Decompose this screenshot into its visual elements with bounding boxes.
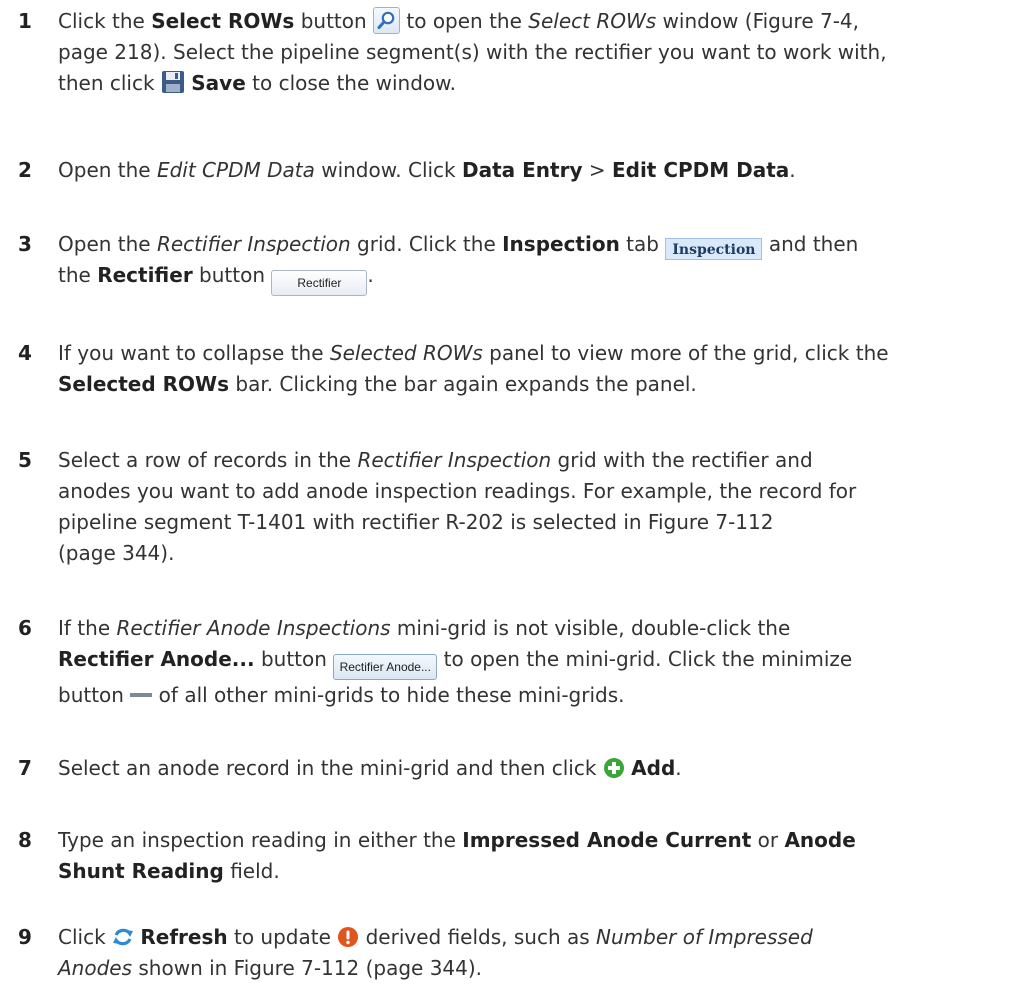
bold-term: Data Entry	[462, 158, 583, 182]
text: window (Figure 7-4,	[656, 9, 860, 33]
text: If you want to collapse the	[58, 341, 330, 365]
step-text: Click the Select ROWs button to open the…	[58, 6, 1026, 99]
bold-term: Add	[631, 756, 676, 780]
step-number: 2	[18, 158, 32, 182]
bold-term: Anode	[784, 828, 856, 852]
refresh-icon	[113, 928, 134, 946]
inspection-tab-image: Inspection	[665, 238, 763, 260]
text: anodes you want to add anode inspection …	[58, 479, 857, 503]
text: mini-grid is not visible, double-click t…	[390, 616, 791, 640]
warning-icon	[338, 927, 359, 947]
add-icon	[603, 758, 624, 778]
step-number: 6	[18, 616, 32, 640]
text: and then	[762, 232, 859, 256]
bold-term: Refresh	[140, 925, 228, 949]
save-icon	[161, 71, 184, 93]
text: button	[254, 647, 334, 671]
step-text: If you want to collapse the Selected ROW…	[58, 338, 1026, 400]
text: of all other mini-grids to hide these mi…	[152, 683, 625, 707]
text: or	[751, 828, 785, 852]
italic-term: Select ROWs	[528, 9, 657, 33]
text: Select a row of records in the	[58, 448, 358, 472]
text: the	[58, 263, 98, 287]
italic-term: Rectifier Inspection	[357, 448, 552, 472]
rectifier-button-image: Rectifier	[271, 270, 368, 296]
step-number: 9	[18, 925, 32, 949]
step-number: 8	[18, 828, 32, 852]
step-text: Type an inspection reading in either the…	[58, 825, 1026, 887]
step-text: Open the Rectifier Inspection grid. Clic…	[58, 229, 1026, 296]
step-number: 7	[18, 756, 32, 780]
text: Open the	[58, 232, 157, 256]
italic-term: Rectifier Inspection	[156, 232, 351, 256]
italic-term: Number of Impressed	[596, 925, 813, 949]
text: derived fields, such as	[359, 925, 597, 949]
step-text: Select an anode record in the mini-grid …	[58, 753, 1026, 784]
text: window. Click	[314, 158, 462, 182]
text: to update	[227, 925, 338, 949]
text: grid with the rectifier and	[551, 448, 813, 472]
step-number: 3	[18, 232, 32, 256]
text: Type an inspection reading in either the	[58, 828, 463, 852]
step-number: 1	[18, 9, 32, 33]
step-text: Open the Edit CPDM Data window. Click Da…	[58, 155, 1026, 186]
italic-term: Edit CPDM Data	[156, 158, 315, 182]
text: If the	[58, 616, 117, 640]
step-number: 4	[18, 341, 32, 365]
bold-term: Save	[191, 71, 246, 95]
text: to close the window.	[245, 71, 457, 95]
search-icon	[373, 7, 401, 34]
rectifier-anode-button-image: Rectifier Anode...	[333, 654, 438, 680]
text: >	[582, 158, 612, 182]
bold-term: Rectifier Anode...	[58, 647, 255, 671]
text: pipeline segment T-1401 with rectifier R…	[58, 510, 774, 534]
text: tab	[619, 232, 666, 256]
text: then click	[58, 71, 161, 95]
text: bar. Clicking the bar again expands the …	[229, 372, 697, 396]
step-text: Click Refresh to update derived fields, …	[58, 922, 1026, 984]
text: to open the	[400, 9, 529, 33]
bold-term: Selected ROWs	[58, 372, 230, 396]
text: panel to view more of the grid, click th…	[482, 341, 889, 365]
italic-term: Anodes	[58, 956, 133, 980]
step-text: Select a row of records in the Rectifier…	[58, 445, 1026, 569]
bold-term: Shunt Reading	[58, 859, 224, 883]
text: (page 344).	[58, 541, 175, 565]
text: field.	[223, 859, 280, 883]
text: button	[58, 683, 131, 707]
text: shown in Figure 7-112 (page 344).	[132, 956, 483, 980]
text: .	[367, 263, 374, 287]
bold-term: Edit CPDM Data	[611, 158, 790, 182]
italic-term: Selected ROWs	[329, 341, 483, 365]
text: button	[192, 263, 272, 287]
bold-term: Rectifier	[97, 263, 193, 287]
text: grid. Click the	[350, 232, 503, 256]
step-number: 5	[18, 448, 32, 472]
bold-term: Impressed Anode Current	[462, 828, 752, 852]
text: page 218). Select the pipeline segment(s…	[58, 40, 887, 64]
bold-term: Inspection	[502, 232, 620, 256]
text: Open the	[58, 158, 157, 182]
text: .	[675, 756, 682, 780]
step-text: If the Rectifier Anode Inspections mini-…	[58, 613, 1026, 711]
minimize-icon	[130, 693, 153, 697]
text: Select an anode record in the mini-grid …	[58, 756, 603, 780]
italic-term: Rectifier Anode Inspections	[116, 616, 391, 640]
text: .	[789, 158, 796, 182]
text: button	[294, 9, 374, 33]
text: Click the	[58, 9, 152, 33]
text: to open the mini-grid. Click the minimiz…	[437, 647, 853, 671]
text: Click	[58, 925, 113, 949]
bold-term: Select ROWs	[151, 9, 295, 33]
